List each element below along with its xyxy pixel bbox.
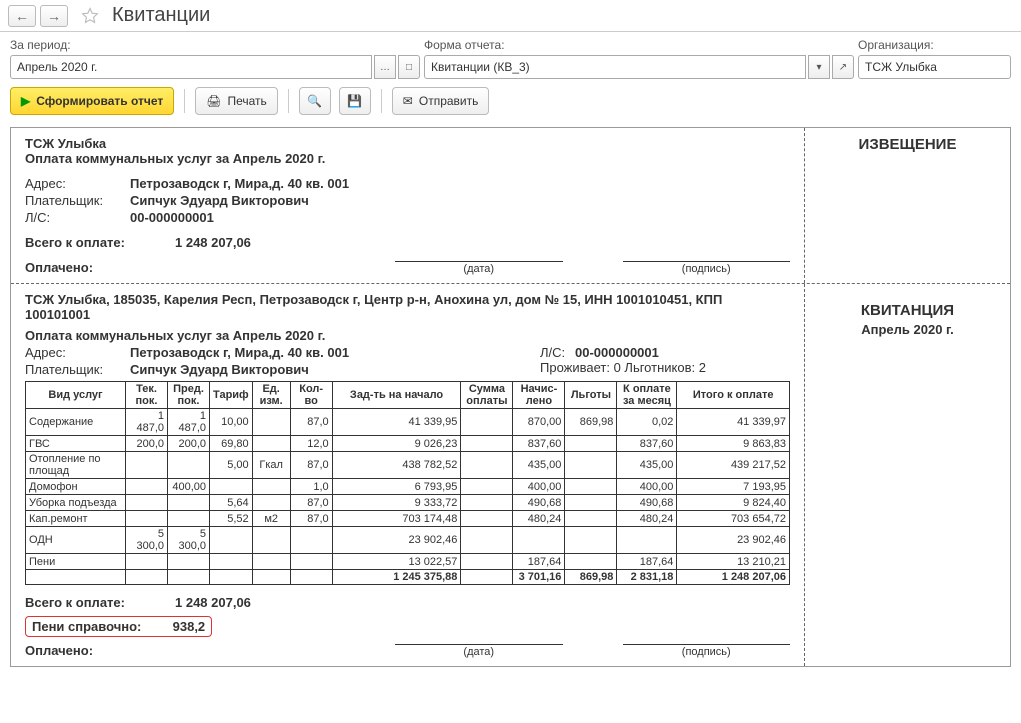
addr-value: Петрозаводск г, Мира,д. 40 кв. 001 <box>130 345 349 360</box>
col-paid: Сумма оплаты <box>461 382 513 409</box>
period-input[interactable]: Апрель 2020 г. <box>10 55 372 79</box>
form-input[interactable]: Квитанции (КВ_3) <box>424 55 806 79</box>
period-label: За период: <box>10 38 420 52</box>
col-qty: Кол-во <box>290 382 332 409</box>
payer-value: Сипчук Эдуард Викторович <box>130 362 309 377</box>
paid-label: Оплачено: <box>25 643 175 658</box>
col-tariff: Тариф <box>210 382 253 409</box>
org-name: ТСЖ Улыбка <box>25 136 790 151</box>
send-button[interactable]: ✉ Отправить <box>392 87 490 115</box>
org-label: Организация: <box>858 38 1011 52</box>
receipt-title: Оплата коммунальных услуг за Апрель 2020… <box>25 328 790 343</box>
top-nav: ← → Квитанции <box>0 0 1021 32</box>
separator <box>184 89 185 113</box>
peni-value: 938,2 <box>173 619 206 634</box>
col-prev: Пред. пок. <box>168 382 210 409</box>
filter-bar: За период: Апрель 2020 г. … □ Форма отче… <box>0 32 1021 81</box>
col-service: Вид услуг <box>26 382 126 409</box>
send-label: Отправить <box>419 94 479 108</box>
sign-signature-line: (подпись) <box>623 644 791 658</box>
table-row: ОДН5 300,05 300,023 902,4623 902,46 <box>26 527 790 554</box>
notice-badge-section: ИЗВЕЩЕНИЕ <box>805 128 1010 283</box>
services-table: Вид услуг Тек. пок. Пред. пок. Тариф Ед.… <box>25 381 790 585</box>
receipt-section: ТСЖ Улыбка, 185035, Карелия Респ, Петроз… <box>11 284 805 666</box>
col-monthly: К оплате за месяц <box>617 382 677 409</box>
receipt-badge-section: КВИТАНЦИЯ Апрель 2020 г. <box>805 284 1010 666</box>
envelope-icon: ✉ <box>403 94 413 108</box>
col-charged: Начис- лено <box>513 382 565 409</box>
period-clear-button[interactable]: □ <box>398 55 420 79</box>
table-row: ГВС200,0200,069,8012,09 026,23837,60837,… <box>26 436 790 452</box>
account-label: Л/С: <box>25 210 130 225</box>
printer-icon: 🖨 <box>206 94 221 108</box>
sign-signature-line: (подпись) <box>623 261 791 275</box>
separator <box>288 89 289 113</box>
receipt-total-label: Всего к оплате: <box>25 595 175 610</box>
print-label: Печать <box>227 94 266 108</box>
peni-label: Пени справочно: <box>32 619 169 634</box>
col-debt: Зад-ть на начало <box>332 382 461 409</box>
notice-title: Оплата коммунальных услуг за Апрель 2020… <box>25 151 790 166</box>
residents-info: Проживает: 0 Льготников: 2 <box>540 360 790 375</box>
total-label: Всего к оплате: <box>25 235 175 250</box>
report-area: ТСЖ Улыбка Оплата коммунальных услуг за … <box>10 127 1011 667</box>
receipt-badge-sub: Апрель 2020 г. <box>819 322 996 337</box>
magnify-icon: 🔍 <box>307 94 322 108</box>
preview-button[interactable]: 🔍 <box>299 87 331 115</box>
table-row: Кап.ремонт5,52м287,0703 174,48480,24480,… <box>26 511 790 527</box>
col-disc: Льготы <box>565 382 617 409</box>
generate-report-button[interactable]: ▶ Сформировать отчет <box>10 87 174 115</box>
payer-label: Плательщик: <box>25 193 130 208</box>
table-row: Пени13 022,57187,64187,6413 210,21 <box>26 554 790 570</box>
save-button[interactable]: 💾 <box>339 87 371 115</box>
notice-badge: ИЗВЕЩЕНИЕ <box>819 136 996 153</box>
table-row: Отопление по площад5,00Гкал87,0438 782,5… <box>26 452 790 479</box>
acc-label: Л/С: <box>540 345 575 360</box>
paid-label: Оплачено: <box>25 260 175 275</box>
addr-label: Адрес: <box>25 345 130 360</box>
address-value: Петрозаводск г, Мира,д. 40 кв. 001 <box>130 176 349 191</box>
print-button[interactable]: 🖨 Печать <box>195 87 278 115</box>
notice-section: ТСЖ Улыбка Оплата коммунальных услуг за … <box>11 128 805 283</box>
receipt-header: ТСЖ Улыбка, 185035, Карелия Респ, Петроз… <box>25 292 790 322</box>
date-signature-line: (дата) <box>395 644 563 658</box>
favorite-star-icon[interactable] <box>80 6 100 26</box>
play-icon: ▶ <box>21 94 30 108</box>
acc-value: 00-000000001 <box>575 345 659 360</box>
org-input[interactable]: ТСЖ Улыбка <box>858 55 1011 79</box>
account-value: 00-000000001 <box>130 210 214 225</box>
receipt-total-value: 1 248 207,06 <box>175 595 251 610</box>
date-signature-line: (дата) <box>395 261 563 275</box>
toolbar: ▶ Сформировать отчет 🖨 Печать 🔍 💾 ✉ Отпр… <box>0 81 1021 121</box>
col-total: Итого к оплате <box>677 382 790 409</box>
col-unit: Ед. изм. <box>252 382 290 409</box>
payer-value: Сипчук Эдуард Викторович <box>130 193 309 208</box>
disk-icon: 💾 <box>347 94 362 108</box>
payer-label: Плательщик: <box>25 362 130 377</box>
forward-button[interactable]: → <box>40 5 68 27</box>
peni-highlight: Пени справочно: 938,2 <box>25 616 212 637</box>
form-dropdown-button[interactable]: ▾ <box>808 55 830 79</box>
generate-label: Сформировать отчет <box>36 94 163 108</box>
form-label: Форма отчета: <box>424 38 854 52</box>
table-total-row: 1 245 375,883 701,16869,982 831,181 248 … <box>26 570 790 585</box>
back-button[interactable]: ← <box>8 5 36 27</box>
separator <box>381 89 382 113</box>
page-title: Квитанции <box>112 4 210 27</box>
col-cur: Тек. пок. <box>126 382 168 409</box>
address-label: Адрес: <box>25 176 130 191</box>
table-row: Домофон400,001,06 793,95400,00400,007 19… <box>26 479 790 495</box>
form-open-button[interactable]: ↗ <box>832 55 854 79</box>
receipt-badge: КВИТАНЦИЯ <box>819 302 996 319</box>
period-picker-button[interactable]: … <box>374 55 396 79</box>
total-value: 1 248 207,06 <box>175 235 251 250</box>
table-row: Уборка подъезда5,6487,09 333,72490,68490… <box>26 495 790 511</box>
table-row: Содержание1 487,01 487,010,0087,041 339,… <box>26 409 790 436</box>
